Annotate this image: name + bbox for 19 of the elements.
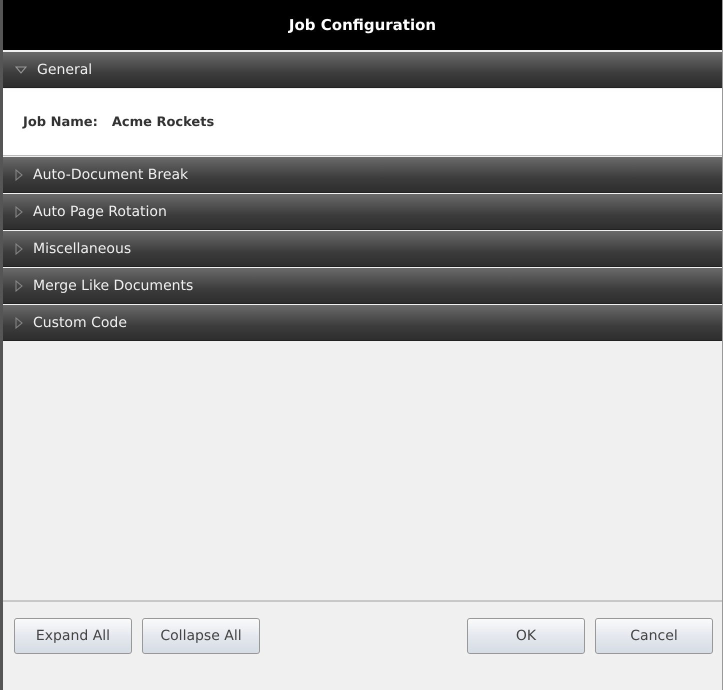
field-label: Job Name: <box>23 114 98 130</box>
dialog-button[interactable]: Cancel <box>595 618 713 654</box>
expand-icon <box>15 206 23 218</box>
expand-icon <box>15 242 23 254</box>
section-header[interactable]: Miscellaneous <box>3 231 722 267</box>
collapse-icon <box>15 66 27 74</box>
window-title: Job Configuration <box>288 16 436 34</box>
dialog-button[interactable]: Collapse All <box>142 618 260 654</box>
expand-icon <box>15 316 23 328</box>
section-header[interactable]: Auto Page Rotation <box>3 194 722 230</box>
section-header[interactable]: Custom Code <box>3 305 722 341</box>
dialog-button[interactable]: Expand All <box>14 618 132 654</box>
section-header[interactable]: Auto-Document Break <box>3 157 722 193</box>
expand-icon <box>15 168 23 180</box>
dialog-button[interactable]: OK <box>467 618 585 654</box>
expand-icon <box>15 280 23 292</box>
section-header[interactable]: Merge Like Documents <box>3 268 722 304</box>
field-value: Acme Rockets <box>112 114 214 130</box>
section-header[interactable]: General <box>3 52 722 88</box>
